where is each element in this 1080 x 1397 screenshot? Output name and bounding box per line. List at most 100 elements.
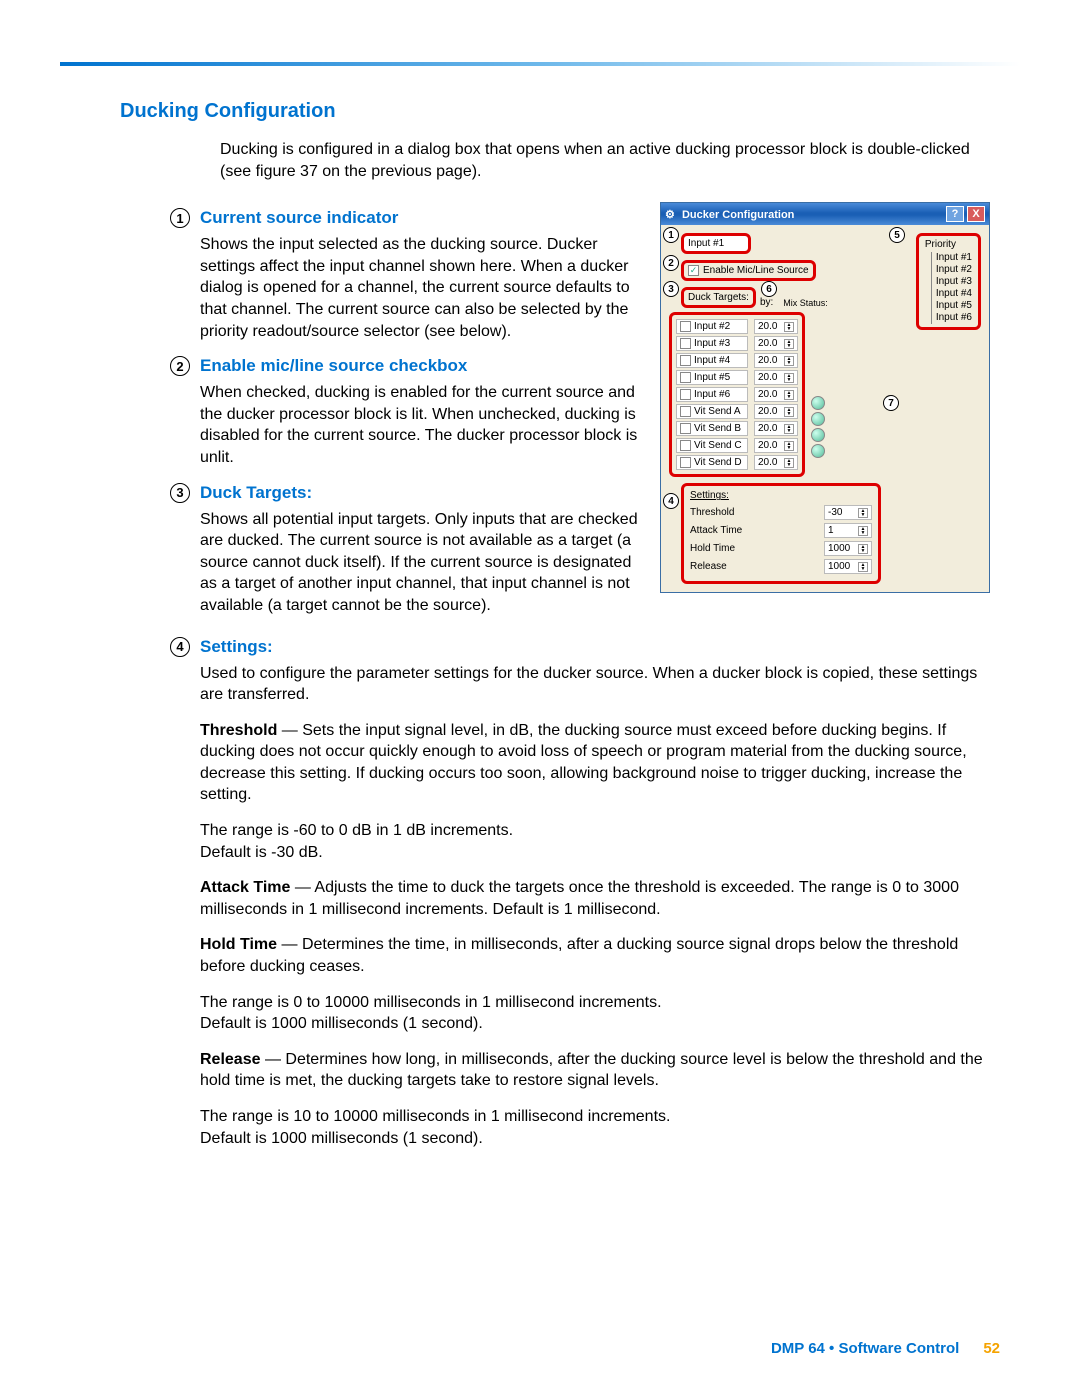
dlg-callout-2: 2: [663, 255, 679, 271]
hold-input[interactable]: 1000▲▼: [824, 541, 872, 556]
current-source-field[interactable]: Input #1: [681, 233, 751, 254]
checkbox-icon[interactable]: ✓: [688, 265, 699, 276]
spinner-icon[interactable]: ▲▼: [784, 390, 794, 400]
dialog-title-text: ⚙ Ducker Configuration: [665, 208, 794, 221]
section-2-head: 2 Enable mic/line source checkbox: [170, 356, 640, 376]
dlg-callout-3: 3: [663, 281, 679, 297]
spinner-icon[interactable]: ▲▼: [858, 508, 868, 518]
checkbox-icon[interactable]: [680, 406, 691, 417]
hold-range: The range is 0 to 10000 milliseconds in …: [200, 992, 1000, 1035]
section-1-body: Shows the input selected as the ducking …: [200, 234, 640, 342]
priority-item[interactable]: Input #3: [931, 276, 972, 288]
release-para: Release — Determines how long, in millis…: [200, 1049, 1000, 1092]
duck-by-input[interactable]: 20.0▲▼: [754, 370, 798, 385]
duck-target-row[interactable]: Input #4: [676, 353, 748, 368]
section-4-title: Settings:: [200, 637, 273, 657]
duck-target-row[interactable]: Vit Send D: [676, 455, 748, 470]
duck-by-input[interactable]: 20.0▲▼: [754, 404, 798, 419]
app-icon: ⚙: [665, 209, 675, 221]
spinner-icon[interactable]: ▲▼: [784, 407, 794, 417]
duck-by-input[interactable]: 20.0▲▼: [754, 336, 798, 351]
dlg-callout-4: 4: [663, 493, 679, 509]
spinner-icon[interactable]: ▲▼: [784, 424, 794, 434]
duck-by-input[interactable]: 20.0▲▼: [754, 421, 798, 436]
spinner-icon[interactable]: ▲▼: [784, 441, 794, 451]
duck-target-row[interactable]: Input #3: [676, 336, 748, 351]
priority-item[interactable]: Input #5: [931, 300, 972, 312]
checkbox-icon[interactable]: [680, 389, 691, 400]
priority-item[interactable]: Input #4: [931, 288, 972, 300]
release-label: Release: [690, 561, 727, 572]
callout-4-icon: 4: [170, 637, 190, 657]
priority-item[interactable]: Input #2: [931, 264, 972, 276]
duck-target-row[interactable]: Input #5: [676, 370, 748, 385]
checkbox-icon[interactable]: [680, 372, 691, 383]
priority-list[interactable]: Priority Input #1Input #2Input #3Input #…: [916, 233, 981, 330]
section-4-head: 4 Settings:: [170, 637, 1000, 657]
by-label: by:: [760, 297, 773, 308]
section-1-head: 1 Current source indicator: [170, 208, 640, 228]
spinner-icon[interactable]: ▲▼: [784, 458, 794, 468]
dlg-callout-5: 5: [889, 227, 905, 243]
mix-status-col: [811, 308, 825, 477]
section-4-body: Used to configure the parameter settings…: [200, 663, 1000, 706]
checkbox-icon[interactable]: [680, 355, 691, 366]
attack-input[interactable]: 1▲▼: [824, 523, 872, 538]
mix-status-dot: [811, 412, 825, 426]
enable-mic-line-checkbox[interactable]: ✓ Enable Mic/Line Source: [681, 260, 816, 281]
spinner-icon[interactable]: ▲▼: [858, 526, 868, 536]
threshold-input[interactable]: -30▲▼: [824, 505, 872, 520]
duck-by-input[interactable]: 20.0▲▼: [754, 387, 798, 402]
section-3-body: Shows all potential input targets. Only …: [200, 509, 640, 617]
mix-status-dot: [811, 428, 825, 442]
page-title: Ducking Configuration: [120, 100, 1000, 123]
duck-by-input[interactable]: 20.0▲▼: [754, 438, 798, 453]
duck-by-input[interactable]: 20.0▲▼: [754, 353, 798, 368]
section-1-title: Current source indicator: [200, 208, 398, 228]
checkbox-icon[interactable]: [680, 321, 691, 332]
checkbox-icon[interactable]: [680, 423, 691, 434]
duck-target-row[interactable]: Input #6: [676, 387, 748, 402]
priority-item[interactable]: Input #1: [931, 252, 972, 264]
attack-para: Attack Time — Adjusts the time to duck t…: [200, 877, 1000, 920]
checkbox-icon[interactable]: [680, 457, 691, 468]
threshold-label: Threshold: [690, 507, 734, 518]
section-3-head: 3 Duck Targets:: [170, 483, 640, 503]
callout-1-icon: 1: [170, 208, 190, 228]
mix-status-dot: [811, 444, 825, 458]
mix-status-label: Mix Status:: [783, 298, 828, 308]
page-footer: DMP 64 • Software Control52: [771, 1340, 1000, 1357]
spinner-icon[interactable]: ▲▼: [858, 544, 868, 554]
priority-label: Priority: [925, 239, 972, 250]
threshold-para: Threshold — Sets the input signal level,…: [200, 720, 1000, 806]
section-3-title: Duck Targets:: [200, 483, 312, 503]
priority-item[interactable]: Input #6: [931, 312, 972, 324]
duck-target-row[interactable]: Vit Send B: [676, 421, 748, 436]
spinner-icon[interactable]: ▲▼: [784, 356, 794, 366]
top-gradient-bar: [60, 62, 1020, 66]
spinner-icon[interactable]: ▲▼: [784, 322, 794, 332]
checkbox-icon[interactable]: [680, 338, 691, 349]
duck-target-row[interactable]: Vit Send A: [676, 404, 748, 419]
checkbox-icon[interactable]: [680, 440, 691, 451]
release-input[interactable]: 1000▲▼: [824, 559, 872, 574]
duck-target-row[interactable]: Input #2: [676, 319, 748, 334]
mix-status-dot: [811, 396, 825, 410]
spinner-icon[interactable]: ▲▼: [784, 373, 794, 383]
hold-para: Hold Time — Determines the time, in mill…: [200, 934, 1000, 977]
dlg-callout-1: 1: [663, 227, 679, 243]
page-content: Ducking Configuration Ducking is configu…: [120, 100, 1000, 1163]
help-button[interactable]: ?: [946, 206, 964, 222]
duck-by-input[interactable]: 20.0▲▼: [754, 319, 798, 334]
duck-target-row[interactable]: Vit Send C: [676, 438, 748, 453]
hold-label: Hold Time: [690, 543, 735, 554]
release-range: The range is 10 to 10000 milliseconds in…: [200, 1106, 1000, 1149]
duck-by-input[interactable]: 20.0▲▼: [754, 455, 798, 470]
close-button[interactable]: X: [967, 206, 985, 222]
spinner-icon[interactable]: ▲▼: [784, 339, 794, 349]
section-2-title: Enable mic/line source checkbox: [200, 356, 467, 376]
duck-targets-label: Duck Targets:: [681, 287, 756, 308]
spinner-icon[interactable]: ▲▼: [858, 562, 868, 572]
threshold-range: The range is -60 to 0 dB in 1 dB increme…: [200, 820, 1000, 863]
settings-label: Settings:: [690, 490, 872, 501]
